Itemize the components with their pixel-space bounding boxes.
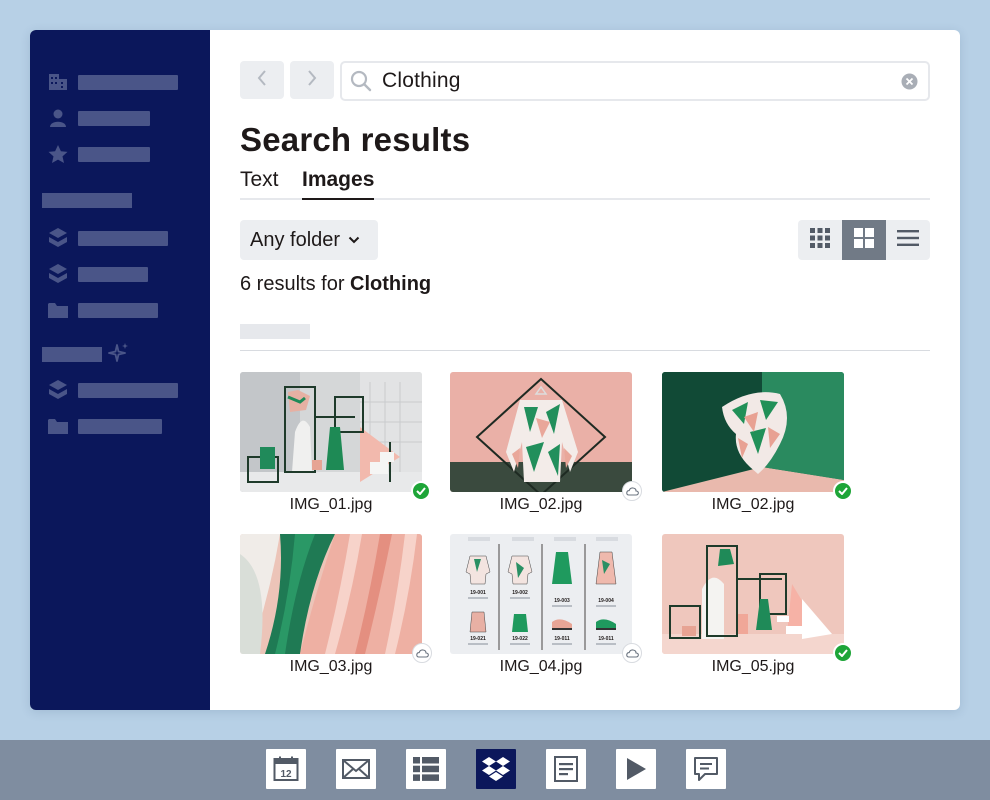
result-query: Clothing (350, 273, 432, 295)
document-icon (554, 756, 578, 782)
folder-icon (48, 416, 68, 436)
sidebar-item-folder-2[interactable] (48, 416, 162, 436)
catalog-label: 19-001 (470, 590, 486, 596)
main-content: Clothing Search results Text Images Any … (210, 30, 960, 710)
catalog-label: 19-003 (554, 598, 570, 604)
tab-text[interactable]: Text (240, 168, 279, 200)
dropbox-app-button[interactable] (476, 749, 516, 789)
file-name[interactable]: IMG_02.jpg (450, 496, 632, 514)
section-divider (240, 350, 930, 351)
table-icon (413, 757, 439, 781)
mail-app-button[interactable] (336, 749, 376, 789)
sidebar-item-team-1[interactable] (48, 228, 168, 248)
play-icon (625, 757, 647, 781)
section-label-placeholder (240, 324, 310, 339)
star-icon (48, 144, 68, 164)
chat-icon (693, 756, 719, 782)
catalog-label: 19-022 (512, 636, 528, 642)
stack-icon (48, 228, 68, 248)
mail-icon (342, 759, 370, 779)
calendar-app-button[interactable]: 12 (266, 749, 306, 789)
sidebar (30, 30, 210, 710)
sidebar-section-heading (42, 193, 132, 208)
view-toggle (798, 220, 930, 260)
file-name[interactable]: IMG_02.jpg (662, 496, 844, 514)
chat-app-button[interactable] (686, 749, 726, 789)
folder-icon (48, 300, 68, 320)
dropbox-icon (482, 756, 510, 782)
chevron-down-icon (348, 236, 360, 244)
folder-filter-label: Any folder (250, 228, 341, 251)
catalog-label: 19-021 (470, 636, 486, 642)
image-thumbnail[interactable] (240, 534, 422, 654)
tab-images[interactable]: Images (302, 168, 375, 200)
building-icon (48, 72, 68, 92)
chevron-right-icon (306, 69, 318, 92)
clear-search-icon[interactable] (901, 73, 918, 90)
video-app-button[interactable] (616, 749, 656, 789)
search-box[interactable]: Clothing (340, 61, 930, 101)
catalog-label: 19-011 (598, 636, 614, 642)
sparkle-icon (108, 342, 130, 369)
page-title: Search results (240, 121, 471, 158)
results-tabs: Text Images (240, 168, 930, 200)
stack-icon (48, 264, 68, 284)
small-grid-view-button[interactable] (798, 220, 842, 260)
calendar-day: 12 (280, 769, 292, 780)
spreadsheet-app-button[interactable] (406, 749, 446, 789)
large-grid-icon (853, 227, 875, 254)
file-name[interactable]: IMG_05.jpg (662, 658, 844, 676)
search-input[interactable]: Clothing (382, 69, 901, 93)
forward-button[interactable] (290, 61, 334, 99)
calendar-icon: 12 (273, 756, 299, 782)
list-icon (897, 229, 919, 252)
sidebar-item-team-3[interactable] (48, 380, 178, 400)
catalog-label: 19-002 (512, 590, 528, 596)
small-grid-icon (809, 227, 831, 254)
sidebar-item-company[interactable] (48, 72, 178, 92)
sidebar-item-folder[interactable] (48, 300, 158, 320)
image-thumbnail[interactable] (450, 372, 632, 492)
sidebar-section-heading (42, 347, 102, 362)
sidebar-item-person[interactable] (48, 108, 150, 128)
sidebar-item-team-2[interactable] (48, 264, 148, 284)
image-thumbnail[interactable] (662, 372, 844, 492)
folder-filter-dropdown[interactable]: Any folder (240, 220, 378, 260)
document-app-button[interactable] (546, 749, 586, 789)
search-icon (350, 70, 372, 92)
taskbar: 12 (0, 740, 990, 800)
file-name[interactable]: IMG_04.jpg (450, 658, 632, 676)
file-name[interactable]: IMG_01.jpg (240, 496, 422, 514)
chevron-left-icon (256, 69, 268, 92)
catalog-label: 19-011 (554, 636, 570, 642)
result-count: 6 results for Clothing (240, 273, 432, 295)
back-button[interactable] (240, 61, 284, 99)
catalog-label: 19-004 (598, 598, 614, 604)
large-grid-view-button[interactable] (842, 220, 886, 260)
image-thumbnail[interactable] (662, 534, 844, 654)
person-icon (48, 108, 68, 128)
image-thumbnail[interactable]: 19-001 19-002 19-003 19-004 19-021 19-02… (450, 534, 632, 654)
stack-icon (48, 380, 68, 400)
app-window: Clothing Search results Text Images Any … (30, 30, 960, 710)
sidebar-item-starred[interactable] (48, 144, 150, 164)
list-view-button[interactable] (886, 220, 930, 260)
image-thumbnail[interactable] (240, 372, 422, 492)
file-name[interactable]: IMG_03.jpg (240, 658, 422, 676)
